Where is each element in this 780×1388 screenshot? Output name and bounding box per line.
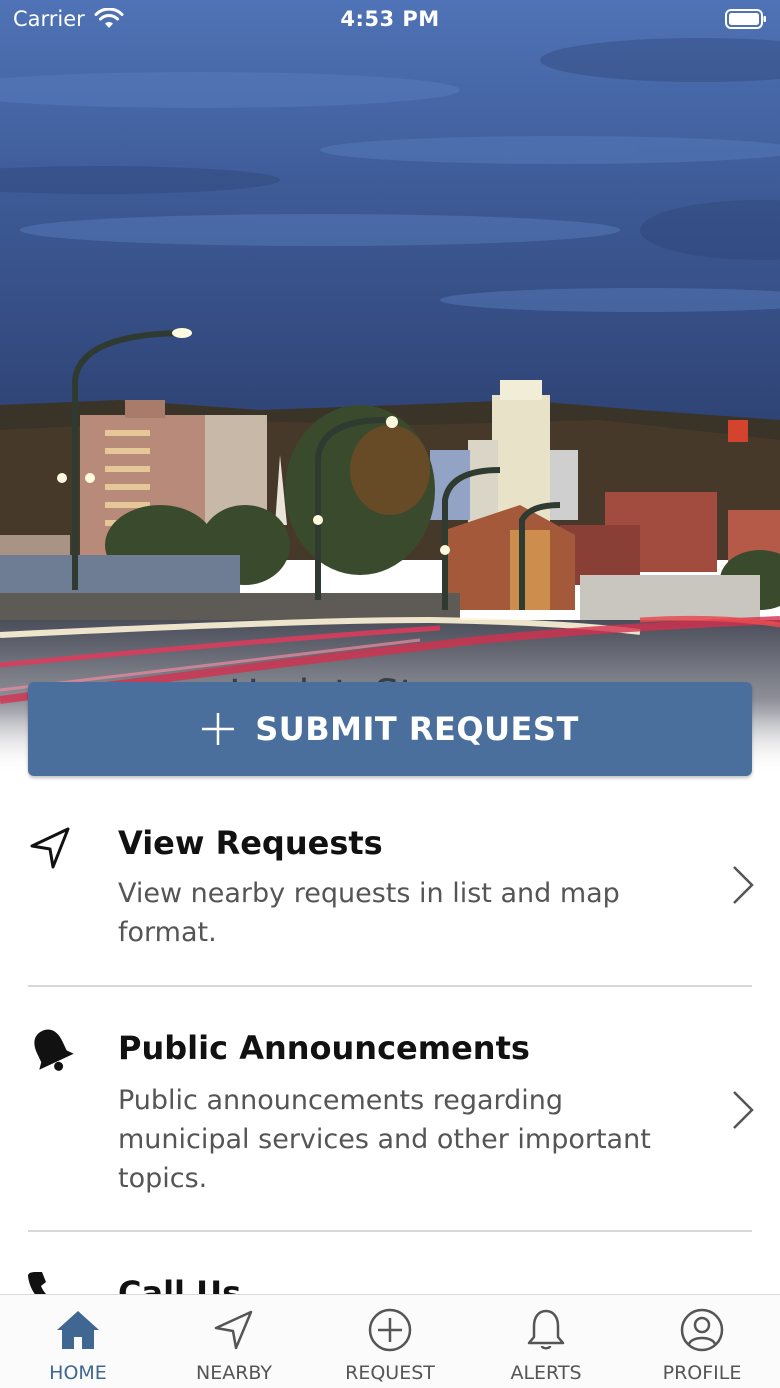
home-icon — [57, 1311, 99, 1349]
tab-profile-label: PROFILE — [662, 1362, 742, 1384]
view-requests-description: View nearby requests in list and map for… — [118, 878, 620, 948]
menu-item-view-requests[interactable]: View Requests View nearby requests in li… — [0, 800, 780, 986]
status-bar: Carrier 4:53 PM — [0, 0, 780, 40]
user-circle-icon — [680, 1308, 724, 1352]
chevron-right-icon — [733, 866, 754, 904]
divider — [28, 1230, 752, 1232]
clock: 4:53 PM — [340, 7, 440, 31]
divider — [28, 985, 752, 987]
menu-item-call-us[interactable]: Call Us — [0, 1250, 780, 1294]
tab-request[interactable]: REQUEST — [312, 1295, 468, 1388]
tab-alerts[interactable]: ALERTS — [468, 1295, 624, 1388]
plus-icon — [202, 713, 235, 745]
bell-icon — [527, 1309, 565, 1350]
menu-item-public-announcements[interactable]: Public Announcements Public announcement… — [0, 1005, 780, 1229]
navigation-arrow-icon — [214, 1310, 253, 1350]
tab-home-label: HOME — [49, 1362, 107, 1384]
plus-circle-icon — [368, 1308, 412, 1352]
battery-icon — [725, 9, 767, 34]
tab-request-label: REQUEST — [345, 1362, 435, 1384]
call-us-title: Call Us — [118, 1274, 242, 1294]
phone-icon — [28, 1272, 47, 1294]
tab-profile[interactable]: PROFILE — [624, 1295, 780, 1388]
tab-nearby-label: NEARBY — [195, 1362, 273, 1384]
view-requests-title: View Requests — [118, 824, 383, 862]
submit-request-label: SUBMIT REQUEST — [255, 710, 579, 748]
public-announcements-description: Public announcements regarding municipal… — [118, 1085, 651, 1194]
tab-nearby[interactable]: NEARBY — [156, 1295, 312, 1388]
tab-bar: HOME NEARBY REQUEST ALERTS PROFILE — [0, 1294, 780, 1388]
bell-icon — [34, 1029, 74, 1071]
navigation-arrow-icon — [30, 827, 70, 869]
public-announcements-title: Public Announcements — [118, 1029, 530, 1067]
tab-alerts-label: ALERTS — [510, 1362, 582, 1384]
hero-city-image — [0, 0, 780, 775]
submit-request-button[interactable]: SUBMIT REQUEST — [28, 682, 752, 776]
chevron-right-icon — [733, 1091, 754, 1129]
tab-home[interactable]: HOME — [0, 1295, 156, 1388]
